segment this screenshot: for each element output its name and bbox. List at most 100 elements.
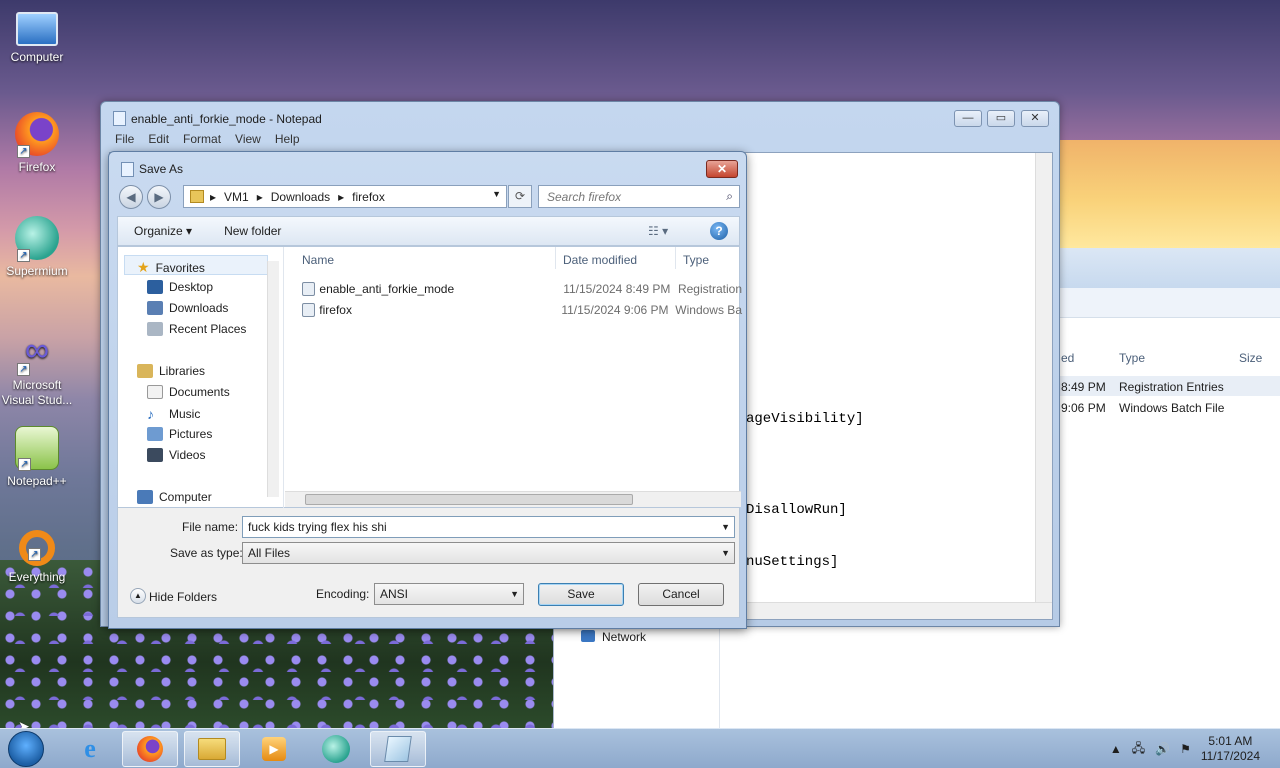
- firefox-icon: [137, 736, 163, 762]
- desktop-icon-visual-studio[interactable]: ∞ ↗ Microsoft Visual Stud...: [0, 330, 74, 408]
- column-divider: [555, 247, 556, 269]
- save-as-dialog: Save As ✕ ◀ ▶ ▸ VM1 ▸ Downloads ▸ firefo…: [108, 151, 747, 629]
- cancel-button[interactable]: Cancel: [638, 583, 724, 606]
- menu-format[interactable]: Format: [183, 132, 221, 152]
- forward-button[interactable]: ▶: [147, 185, 171, 209]
- dialog-content: ★ Favorites Desktop Downloads Recent Plac…: [117, 246, 742, 509]
- menu-view[interactable]: View: [235, 132, 261, 152]
- nav-downloads[interactable]: Downloads: [147, 301, 228, 315]
- refresh-button[interactable]: ⟳: [508, 185, 532, 208]
- breadcrumb-downloads[interactable]: Downloads: [271, 190, 330, 204]
- nav-libraries[interactable]: Libraries: [137, 364, 205, 378]
- view-options-icon[interactable]: ☷ ▾: [648, 224, 668, 238]
- desktop-icon-supermium[interactable]: ↗ Supermium: [0, 216, 74, 278]
- show-hidden-icons-button[interactable]: ▲: [1110, 742, 1122, 756]
- file-row[interactable]: firefox 11/15/2024 9:06 PM Windows Ba: [302, 300, 742, 320]
- computer-icon: [137, 490, 153, 504]
- nav-favorites[interactable]: ★ Favorites: [137, 259, 205, 276]
- notepad-vertical-scrollbar[interactable]: [1035, 153, 1052, 603]
- nav-documents[interactable]: Documents: [147, 385, 230, 399]
- file-name-dropdown-icon[interactable]: ▼: [721, 517, 730, 537]
- file-type: Windows Ba: [675, 303, 742, 317]
- nav-videos[interactable]: Videos: [147, 448, 205, 462]
- file-name: enable_anti_forkie_mode: [319, 282, 455, 296]
- file-name-value: fuck kids trying flex his shi: [248, 520, 387, 534]
- file-list-horizontal-scrollbar[interactable]: [285, 491, 741, 507]
- menu-edit[interactable]: Edit: [148, 132, 169, 152]
- help-icon[interactable]: ?: [710, 222, 728, 240]
- menu-help[interactable]: Help: [275, 132, 300, 152]
- folder-icon: [190, 190, 204, 203]
- nav-label: Favorites: [155, 260, 205, 275]
- desktop-icon-label: Supermium: [6, 264, 68, 278]
- nav-label: Desktop: [169, 280, 214, 294]
- shortcut-arrow-icon: ↗: [18, 458, 31, 471]
- notepad-icon: [113, 111, 126, 126]
- clock-time: 5:01 AM: [1208, 734, 1253, 748]
- nav-music[interactable]: ♪ Music: [147, 406, 200, 422]
- close-button[interactable]: ✕: [1021, 110, 1049, 127]
- menu-file[interactable]: File: [115, 132, 134, 152]
- taskbar-notepad[interactable]: [370, 731, 426, 767]
- breadcrumb-vm1[interactable]: VM1: [224, 190, 249, 204]
- desktop-icon-computer[interactable]: Computer: [0, 8, 74, 64]
- desktop-icon-everything[interactable]: ↗ Everything: [0, 530, 74, 584]
- breadcrumb-separator: ▸: [210, 189, 217, 204]
- new-folder-button[interactable]: New folder: [208, 224, 297, 238]
- file-list: Name Date modified Type enable_anti_fork…: [285, 247, 742, 509]
- breadcrumb-firefox[interactable]: firefox: [352, 190, 385, 204]
- taskbar-media-player[interactable]: ▶: [246, 731, 302, 767]
- start-button[interactable]: [8, 731, 44, 767]
- nav-desktop[interactable]: Desktop: [147, 280, 213, 294]
- taskbar-firefox[interactable]: [122, 731, 178, 767]
- everything-icon: ↗: [19, 530, 55, 566]
- address-bar[interactable]: ▸ VM1 ▸ Downloads ▸ firefox ▼: [183, 185, 507, 208]
- address-dropdown-icon[interactable]: ▼: [492, 189, 501, 199]
- taskbar-internet-explorer[interactable]: e: [62, 731, 118, 767]
- file-name-input[interactable]: fuck kids trying flex his shi ▼: [242, 516, 735, 538]
- save-button[interactable]: Save: [538, 583, 624, 606]
- explorer-col-type[interactable]: Type: [1119, 351, 1145, 365]
- hide-folders-button[interactable]: Hide Folders: [149, 590, 217, 604]
- column-date-modified[interactable]: Date modified: [563, 253, 637, 267]
- nav-label: Music: [169, 407, 201, 421]
- action-center-flag-icon[interactable]: ⚑: [1180, 742, 1191, 756]
- desktop-icon-firefox[interactable]: ↗ Firefox: [0, 112, 74, 174]
- explorer-col-modified[interactable]: ed: [1061, 351, 1074, 365]
- taskbar-explorer[interactable]: [184, 731, 240, 767]
- explorer-nav-network[interactable]: Network: [602, 630, 646, 644]
- file-name: firefox: [319, 303, 352, 317]
- shortcut-arrow-icon: ↗: [17, 145, 30, 158]
- scroll-thumb[interactable]: [305, 494, 633, 505]
- clock[interactable]: 5:01 AM 11/17/2024: [1201, 734, 1260, 764]
- save-as-type-select[interactable]: All Files ▼: [242, 542, 735, 564]
- pictures-icon: [147, 427, 163, 441]
- file-row[interactable]: enable_anti_forkie_mode 11/15/2024 8:49 …: [302, 279, 742, 299]
- encoding-select[interactable]: ANSI ▼: [374, 583, 524, 605]
- column-name[interactable]: Name: [302, 253, 334, 267]
- nav-label: Documents: [169, 385, 230, 399]
- network-icon[interactable]: 🖧: [1132, 739, 1145, 760]
- nav-computer[interactable]: Computer: [137, 490, 212, 504]
- volume-icon[interactable]: 🔊: [1155, 742, 1170, 756]
- save-as-type-value: All Files: [248, 546, 291, 560]
- column-type[interactable]: Type: [683, 253, 709, 267]
- registry-file-icon: [302, 282, 316, 296]
- file-type: Registration: [677, 282, 742, 296]
- file-date: 11/15/2024 9:06 PM: [561, 303, 669, 317]
- taskbar-supermium[interactable]: [308, 731, 364, 767]
- file-date: 11/15/2024 8:49 PM: [563, 282, 671, 296]
- supermium-icon: [322, 735, 350, 763]
- nav-recent-places[interactable]: Recent Places: [147, 322, 246, 336]
- desktop-icon-notepadpp[interactable]: ↗ Notepad++: [0, 426, 74, 488]
- explorer-col-size[interactable]: Size: [1239, 351, 1262, 365]
- dialog-close-button[interactable]: ✕: [706, 160, 738, 178]
- nav-pictures[interactable]: Pictures: [147, 427, 212, 441]
- nav-scrollbar[interactable]: [267, 261, 279, 497]
- search-input[interactable]: Search firefox ⌕: [538, 185, 740, 208]
- organize-button[interactable]: Organize ▾: [118, 224, 208, 238]
- hide-folders-icon[interactable]: ▲: [130, 588, 146, 604]
- minimize-button[interactable]: —: [954, 110, 982, 127]
- maximize-button[interactable]: ▭: [987, 110, 1015, 127]
- back-button[interactable]: ◀: [119, 185, 143, 209]
